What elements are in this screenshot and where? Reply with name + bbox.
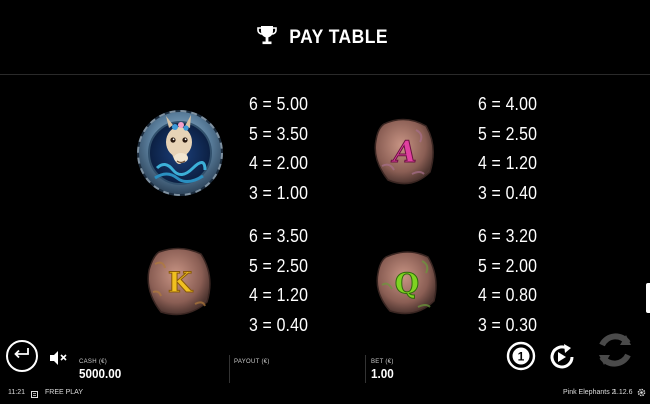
spin-icon (594, 333, 636, 375)
payout-row: 3 = 1.00 (249, 182, 309, 203)
divider (229, 355, 230, 383)
cash-meter: CASH (€) 5000.00 (79, 358, 126, 382)
payout-row: 6 = 4.00 (478, 94, 538, 114)
q-payouts: 6 = 3.20 5 = 2.00 4 = 0.80 3 = 0.30 (478, 222, 568, 340)
payout-row: 4 = 2.00 (249, 153, 309, 173)
a-symbol: A (372, 116, 438, 188)
k-letter: K (168, 266, 194, 299)
bet-meter: BET (€) 1.00 (371, 358, 396, 382)
payout-row: 5 = 3.50 (249, 123, 309, 144)
version: 1.12.6 (613, 389, 633, 396)
trophy-icon (257, 25, 278, 52)
cash-value: 5000.00 (79, 366, 122, 381)
payout-row: 6 = 3.20 (478, 226, 538, 246)
payout-row: 5 = 2.50 (478, 123, 538, 144)
autoplay-icon (546, 344, 578, 377)
history-button[interactable] (31, 389, 38, 404)
k-symbol: K (145, 246, 215, 318)
back-button[interactable] (6, 340, 38, 372)
payout-row: 5 = 2.00 (478, 255, 538, 276)
svg-text:1: 1 (518, 350, 525, 364)
payout-row: 4 = 1.20 (249, 285, 309, 305)
bet-level-button[interactable]: 1 (506, 341, 536, 371)
payout-row: 3 = 0.40 (478, 182, 538, 203)
cash-label: CASH (€) (79, 359, 108, 365)
payout-row: 6 = 5.00 (249, 94, 309, 114)
sound-toggle-button[interactable] (48, 349, 68, 367)
autoplay-button[interactable] (546, 341, 578, 373)
game-name: Pink Elephants 2 (563, 389, 616, 396)
payout-row: 6 = 3.50 (249, 226, 309, 246)
status-bar: 11:21 FREE PLAY Pink Elephants 2 1.12.6 (0, 385, 650, 400)
payout-row: 5 = 2.50 (249, 255, 309, 276)
k-payouts: 6 = 3.50 5 = 2.50 4 = 1.20 3 = 0.40 (249, 222, 339, 340)
history-icon (31, 391, 38, 400)
payout-row: 3 = 0.30 (478, 314, 538, 335)
payout-label: PAYOUT (€) (234, 359, 270, 365)
payout-meter: PAYOUT (€) (234, 358, 270, 366)
divider (365, 355, 366, 383)
bet-value: 1.00 (371, 366, 394, 381)
a-letter: A (390, 135, 416, 170)
bet-level-icon: 1 (506, 341, 536, 375)
payout-row: 3 = 0.40 (249, 314, 309, 335)
llama-payouts: 6 = 5.00 5 = 3.50 4 = 2.00 3 = 1.00 (249, 90, 339, 208)
play-mode: FREE PLAY (45, 389, 83, 396)
pay-table-header: PAY TABLE (0, 0, 650, 75)
llama-symbol (135, 108, 225, 198)
spin-button[interactable] (594, 329, 636, 371)
page-title: PAY TABLE (289, 27, 389, 48)
payout-row: 4 = 1.20 (478, 153, 538, 173)
a-payouts: 6 = 4.00 5 = 2.50 4 = 1.20 3 = 0.40 (478, 90, 568, 208)
payout-row: 4 = 0.80 (478, 285, 538, 305)
q-letter: Q (395, 267, 419, 300)
speaker-muted-icon (48, 351, 68, 371)
scrollbar-thumb[interactable] (646, 283, 650, 313)
q-symbol: Q (374, 249, 440, 317)
bet-label: BET (€) (371, 359, 394, 365)
clock: 11:21 (8, 389, 25, 396)
back-arrow-icon (13, 347, 31, 366)
gear-icon (637, 388, 646, 399)
settings-button[interactable] (637, 388, 646, 403)
